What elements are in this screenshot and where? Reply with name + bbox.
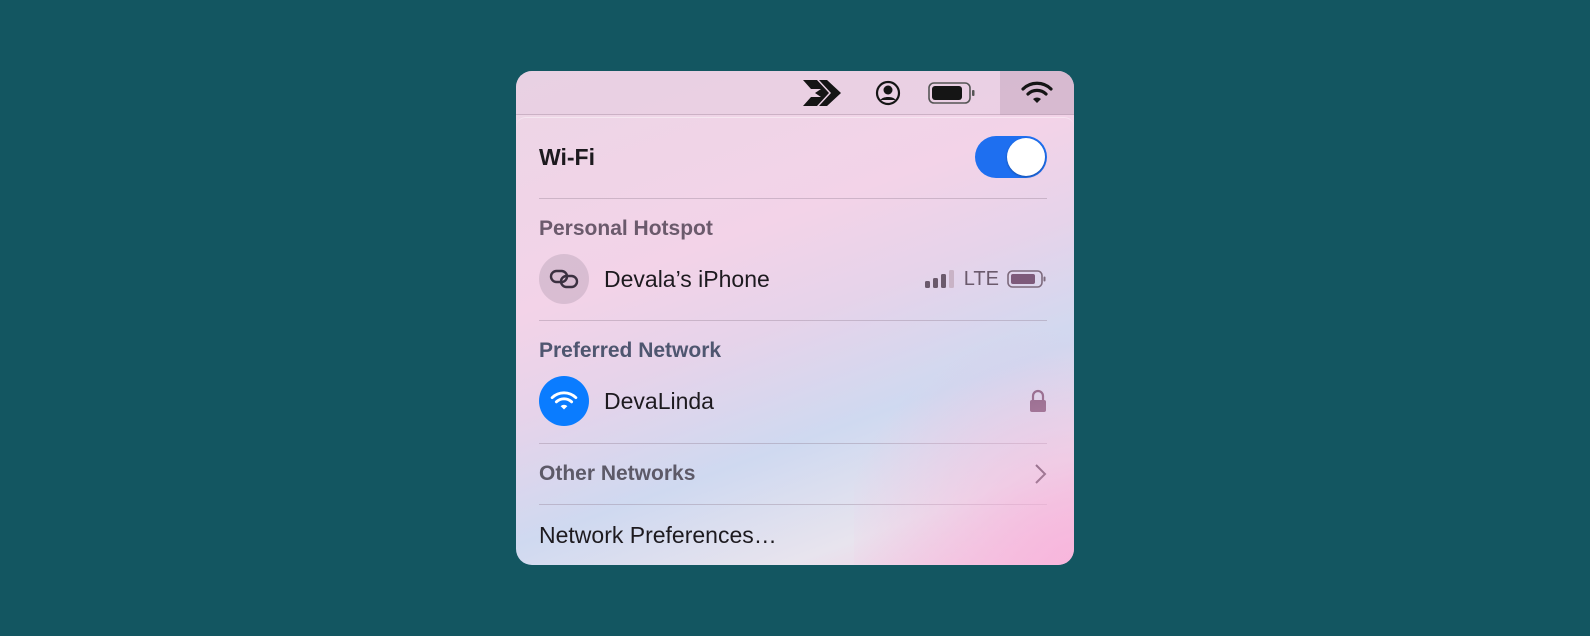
toggle-knob	[1007, 138, 1045, 176]
wifi-dropdown: Wi-Fi Personal Hotspot Devala’s iPhone L…	[516, 117, 1074, 565]
other-networks-label: Other Networks	[539, 462, 696, 485]
link-icon	[539, 254, 589, 304]
network-name: DevaLinda	[604, 387, 714, 414]
preferred-network-item[interactable]: DevaLinda	[539, 376, 1047, 426]
divider	[539, 443, 1047, 444]
hotspot-device-name: Devala’s iPhone	[604, 265, 770, 292]
divider	[539, 198, 1047, 199]
wifi-network-icon	[539, 376, 589, 426]
wifi-menu-panel: Wi-Fi Personal Hotspot Devala’s iPhone L…	[516, 71, 1074, 565]
wifi-toggle-row: Wi-Fi	[539, 136, 1047, 178]
menu-bar	[516, 71, 1074, 115]
cellular-signal-icon	[924, 270, 954, 288]
user-circle-icon[interactable]	[866, 71, 910, 115]
other-networks-item[interactable]: Other Networks	[539, 459, 1047, 489]
network-type: LTE	[963, 267, 999, 290]
lock-icon	[1030, 389, 1046, 412]
personal-hotspot-heading: Personal Hotspot	[539, 217, 713, 240]
wifi-title: Wi-Fi	[539, 143, 595, 170]
hotspot-battery-icon	[1007, 270, 1046, 288]
hotspot-device-item[interactable]: Devala’s iPhone LTE	[539, 254, 1047, 304]
battery-icon[interactable]	[924, 71, 980, 115]
network-preferences-label: Network Preferences…	[539, 521, 777, 548]
wifi-toggle[interactable]	[975, 136, 1047, 178]
divider	[539, 320, 1047, 321]
chevron-right-icon	[1035, 464, 1047, 484]
network-preferences-item[interactable]: Network Preferences…	[539, 518, 1047, 552]
arrow-app-icon[interactable]	[798, 71, 848, 115]
preferred-network-heading: Preferred Network	[539, 339, 722, 362]
wifi-menubar-icon[interactable]	[1000, 71, 1074, 115]
divider	[539, 504, 1047, 505]
